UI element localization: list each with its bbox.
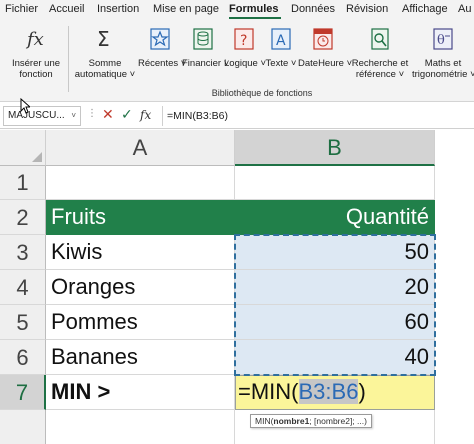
fx-icon: fx (6, 26, 66, 55)
tab-donnees[interactable]: Données (291, 3, 335, 15)
row-header-1[interactable]: 1 (0, 166, 46, 200)
sigma-icon: Σ (72, 26, 138, 55)
financial-functions-button[interactable]: Financier ˅ (182, 26, 229, 69)
svg-text:?: ? (240, 33, 247, 49)
enter-icon[interactable]: ✓ (121, 106, 133, 123)
chevron-down-icon[interactable]: ˅ (71, 107, 76, 125)
grid-overflow-area (435, 166, 474, 444)
cell-a4[interactable]: Oranges (46, 270, 235, 305)
row-header-6[interactable]: 6 (0, 340, 46, 375)
column-header-b[interactable]: B (235, 130, 435, 166)
row-header-8[interactable] (0, 410, 46, 444)
svg-text:Σ: Σ (97, 27, 110, 51)
menu-bar: Fichier Accueil Insertion Mise en page F… (0, 0, 474, 20)
cell-a1[interactable] (46, 166, 235, 200)
svg-text:fx: fx (25, 29, 44, 50)
ribbon-separator (68, 26, 69, 92)
tab-affichage[interactable]: Affichage (402, 3, 448, 15)
logical-functions-button[interactable]: ? Logique ˅ (224, 26, 266, 69)
cell-b4[interactable]: 20 (235, 270, 435, 305)
database-icon (182, 26, 224, 55)
column-header-a[interactable]: A (46, 130, 235, 166)
math-functions-button[interactable]: θ Maths et trigonométrie ˅ (412, 26, 474, 80)
cell-b3[interactable]: 50 (235, 235, 435, 270)
formula-bar: MAJUSCU... ˅ ⋮ ✕ ✓ fx =MIN(B3:B6) (0, 103, 474, 129)
formula-input[interactable]: =MIN(B3:B6) (162, 106, 472, 126)
cell-a2-header[interactable]: Fruits (46, 200, 235, 235)
select-all-corner[interactable] (0, 130, 46, 166)
cell-b6[interactable]: 40 (235, 340, 435, 375)
star-icon (138, 26, 182, 55)
ribbon: fx Insérer une fonction Σ Somme automati… (0, 20, 474, 102)
svg-text:A: A (276, 33, 286, 49)
cell-b7-editing[interactable]: =MIN(B3:B6) (235, 375, 435, 410)
fx-icon[interactable]: fx (140, 108, 151, 122)
drag-handle-icon[interactable]: ⋮ (87, 108, 97, 119)
datetime-functions-button[interactable]: DateHeure ˅ (298, 26, 352, 69)
cell-a8[interactable] (46, 410, 235, 444)
row-header-2[interactable]: 2 (0, 200, 46, 235)
insert-function-button[interactable]: fx Insérer une fonction (6, 26, 66, 80)
text-functions-button[interactable]: A Texte ˅ (264, 26, 298, 69)
formula-prefix: =MIN( (238, 379, 299, 404)
tab-fichier[interactable]: Fichier (5, 3, 38, 15)
name-box[interactable]: MAJUSCU... ˅ (3, 106, 81, 126)
text-a-icon: A (264, 26, 298, 55)
cell-b2-header[interactable]: Quantité (235, 200, 435, 235)
cancel-icon[interactable]: ✕ (102, 106, 114, 123)
row-header-4[interactable]: 4 (0, 270, 46, 305)
cell-a7[interactable]: MIN > (46, 375, 235, 410)
active-tab-underline (229, 17, 281, 19)
cell-a6[interactable]: Bananes (46, 340, 235, 375)
cell-b1[interactable] (235, 166, 435, 200)
tab-accueil[interactable]: Accueil (49, 3, 84, 15)
spreadsheet-grid: A B 1 2 3 4 5 6 7 Fruits Quantité Kiwis … (0, 130, 474, 444)
tab-overflow[interactable]: Au (458, 3, 471, 15)
function-argument-tooltip[interactable]: MIN(nombre1; [nombre2]; ...) (250, 414, 372, 428)
calendar-clock-icon (298, 26, 348, 55)
tab-revision[interactable]: Révision (346, 3, 388, 15)
question-icon: ? (224, 26, 264, 55)
mouse-pointer-icon (20, 98, 30, 114)
tab-insertion[interactable]: Insertion (97, 3, 139, 15)
svg-text:θ: θ (437, 33, 445, 48)
cell-a3[interactable]: Kiwis (46, 235, 235, 270)
row-header-3[interactable]: 3 (0, 235, 46, 270)
tab-mise-en-page[interactable]: Mise en page (153, 3, 219, 15)
row-header-5[interactable]: 5 (0, 305, 46, 340)
math-icon: θ (412, 26, 474, 55)
formula-range-ref[interactable]: B3:B6 (298, 379, 359, 404)
function-library-group-label: Bibliothèque de fonctions (211, 88, 313, 98)
autosum-button[interactable]: Σ Somme automatique ˅ (72, 26, 138, 80)
tab-formules[interactable]: Formules (229, 3, 279, 15)
cell-b5[interactable]: 60 (235, 305, 435, 340)
row-header-7[interactable]: 7 (0, 375, 46, 410)
cell-a5[interactable]: Pommes (46, 305, 235, 340)
lookup-functions-button[interactable]: Recherche et référence ˅ (348, 26, 412, 80)
formula-suffix: ) (358, 379, 366, 404)
lookup-icon (348, 26, 412, 55)
recent-functions-button[interactable]: Récentes ˅ (138, 26, 186, 69)
